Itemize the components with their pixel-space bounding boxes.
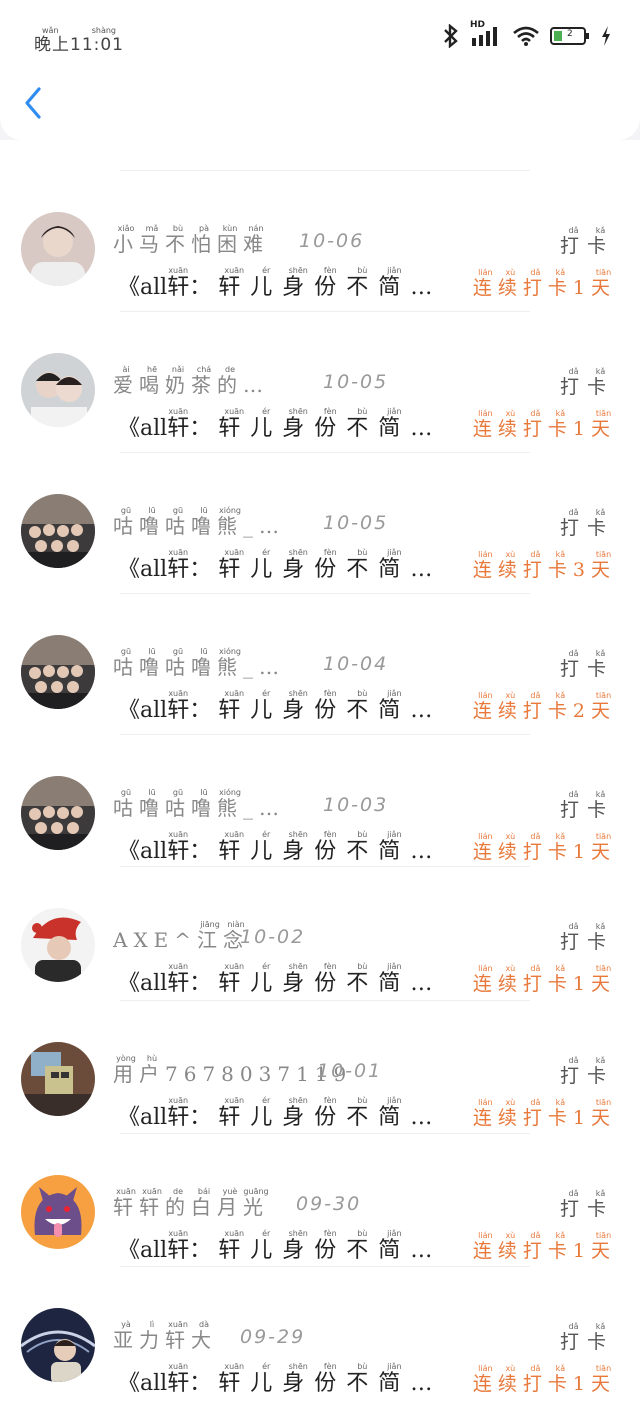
status-icons: HD 2: [442, 20, 612, 48]
punch-label: 打dǎ卡kǎ: [559, 790, 614, 821]
avatar[interactable]: [21, 1308, 95, 1382]
avatar[interactable]: [21, 776, 95, 850]
avatar[interactable]: [21, 353, 95, 427]
row-divider: [120, 170, 530, 171]
user-name[interactable]: 咕gū噜lū咕gū噜lū熊xióng_…: [113, 788, 285, 821]
list-item[interactable]: 小xiǎo马mǎ不bù怕pà困kùn难nán 10-06 打dǎ卡kǎ 《all轩xu…: [0, 170, 640, 306]
checkin-message[interactable]: 《all轩xuān： 轩xuān儿ér身shēn份fèn不bù简jiǎn…: [118, 830, 442, 865]
row-divider: [120, 1133, 530, 1134]
avatar[interactable]: [21, 908, 95, 982]
streak-label: 连lián续xù打dǎ卡kǎ2天tiān: [472, 691, 616, 722]
row-divider: [120, 866, 530, 867]
checkin-date: 10-01: [317, 1060, 383, 1082]
wifi-icon: [513, 26, 539, 46]
user-name[interactable]: 爱ài喝hē奶nǎi茶chá的de…: [113, 365, 269, 398]
avatar[interactable]: [21, 635, 95, 709]
punch-label: 打dǎ卡kǎ: [559, 1056, 614, 1087]
row-divider: [120, 1266, 530, 1267]
streak-label: 连lián续xù打dǎ卡kǎ1天tiān: [472, 832, 616, 863]
list-item[interactable]: 咕gū噜lū咕gū噜lū熊xióng_… 10-04 打dǎ卡kǎ 《all轩xuān…: [0, 593, 640, 729]
user-name[interactable]: 咕gū噜lū咕gū噜lū熊xióng_…: [113, 506, 285, 539]
user-name[interactable]: 轩xuān轩xuān的de白bái月yuè光guāng: [113, 1187, 269, 1220]
list-item[interactable]: 亚yà力lì轩xuān大dà 09-29 打dǎ卡kǎ 《all轩xuān： 轩xuā…: [0, 1266, 640, 1402]
checkin-date: 10-02: [240, 926, 306, 948]
streak-label: 连lián续xù打dǎ卡kǎ1天tiān: [472, 1231, 616, 1262]
row-divider: [120, 452, 530, 453]
row-divider: [120, 311, 530, 312]
user-name[interactable]: 小xiǎo马mǎ不bù怕pà困kùn难nán: [113, 224, 269, 257]
user-name[interactable]: 亚yà力lì轩xuān大dà: [113, 1320, 217, 1353]
punch-label: 打dǎ卡kǎ: [559, 1322, 614, 1353]
checkin-date: 10-05: [323, 512, 389, 534]
status-time: 晚上11:01wǎn shàng: [34, 26, 124, 55]
charging-icon: [602, 26, 610, 46]
checkin-message[interactable]: 《all轩xuān： 轩xuān儿ér身shēn份fèn不bù简jiǎn…: [118, 962, 442, 997]
checkin-list: 小xiǎo马mǎ不bù怕pà困kùn难nán 10-06 打dǎ卡kǎ 《all轩xu…: [0, 140, 640, 1423]
checkin-date: 10-05: [323, 371, 389, 393]
checkin-message[interactable]: 《all轩xuān： 轩xuān儿ér身shēn份fèn不bù简jiǎn…: [118, 689, 442, 724]
signal-icon: HD: [470, 20, 502, 48]
checkin-date: 10-04: [323, 653, 389, 675]
checkin-date: 09-29: [240, 1326, 306, 1348]
checkin-message[interactable]: 《all轩xuān： 轩xuān儿ér身shēn份fèn不bù简jiǎn…: [118, 548, 442, 583]
punch-label: 打dǎ卡kǎ: [559, 367, 614, 398]
list-item[interactable]: 用yòng户hù7678037119 10-01 打dǎ卡kǎ 《all轩xuān： …: [0, 1000, 640, 1136]
list-item[interactable]: AXE^江jiāng念niàn 10-02 打dǎ卡kǎ 《all轩xuān： 轩xu…: [0, 866, 640, 1002]
punch-label: 打dǎ卡kǎ: [559, 649, 614, 680]
punch-label: 打dǎ卡kǎ: [559, 1189, 614, 1220]
checkin-message[interactable]: 《all轩xuān： 轩xuān儿ér身shēn份fèn不bù简jiǎn…: [118, 1229, 442, 1264]
list-item[interactable]: 咕gū噜lū咕gū噜lū熊xióng_… 10-05 打dǎ卡kǎ 《all轩xuān…: [0, 452, 640, 588]
list-item[interactable]: 轩xuān轩xuān的de白bái月yuè光guāng 09-30 打dǎ卡kǎ 《a…: [0, 1133, 640, 1269]
streak-label: 连lián续xù打dǎ卡kǎ1天tiān: [472, 1098, 616, 1129]
checkin-date: 09-30: [296, 1193, 362, 1215]
avatar[interactable]: [21, 1042, 95, 1116]
back-chevron-icon[interactable]: [22, 86, 46, 120]
row-divider: [120, 734, 530, 735]
punch-label: 打dǎ卡kǎ: [559, 226, 614, 257]
status-bar: 晚上11:01wǎn shàng HD 2: [0, 20, 640, 60]
streak-label: 连lián续xù打dǎ卡kǎ1天tiān: [472, 1364, 616, 1395]
punch-label: 打dǎ卡kǎ: [559, 922, 614, 953]
battery-level: 2: [567, 29, 573, 39]
streak-label: 连lián续xù打dǎ卡kǎ1天tiān: [472, 409, 616, 440]
checkin-message[interactable]: 《all轩xuān： 轩xuān儿ér身shēn份fèn不bù简jiǎn…: [118, 266, 442, 301]
list-item[interactable]: 咕gū噜lū咕gū噜lū熊xióng_… 10-03 打dǎ卡kǎ 《all轩xuān…: [0, 734, 640, 870]
user-name[interactable]: AXE^江jiāng念niàn: [113, 920, 249, 953]
checkin-message[interactable]: 《all轩xuān： 轩xuān儿ér身shēn份fèn不bù简jiǎn…: [118, 1362, 442, 1397]
row-divider: [120, 593, 530, 594]
checkin-message[interactable]: 《all轩xuān： 轩xuān儿ér身shēn份fèn不bù简jiǎn…: [118, 407, 442, 442]
bluetooth-icon: [444, 24, 458, 48]
list-item[interactable]: 爱ài喝hē奶nǎi茶chá的de… 10-05 打dǎ卡kǎ 《all轩xuān： …: [0, 311, 640, 447]
header: 晚上11:01wǎn shàng HD 2: [0, 0, 640, 140]
user-name[interactable]: 咕gū噜lū咕gū噜lū熊xióng_…: [113, 647, 285, 680]
streak-label: 连lián续xù打dǎ卡kǎ3天tiān: [472, 550, 616, 581]
streak-label: 连lián续xù打dǎ卡kǎ1天tiān: [472, 268, 616, 299]
streak-label: 连lián续xù打dǎ卡kǎ1天tiān: [472, 964, 616, 995]
avatar[interactable]: [21, 212, 95, 286]
checkin-date: 10-03: [323, 794, 389, 816]
checkin-date: 10-06: [299, 230, 365, 252]
avatar[interactable]: [21, 1175, 95, 1249]
punch-label: 打dǎ卡kǎ: [559, 508, 614, 539]
avatar[interactable]: [21, 494, 95, 568]
battery-icon: 2: [550, 26, 590, 46]
row-divider: [120, 1000, 530, 1001]
checkin-message[interactable]: 《all轩xuān： 轩xuān儿ér身shēn份fèn不bù简jiǎn…: [118, 1096, 442, 1131]
